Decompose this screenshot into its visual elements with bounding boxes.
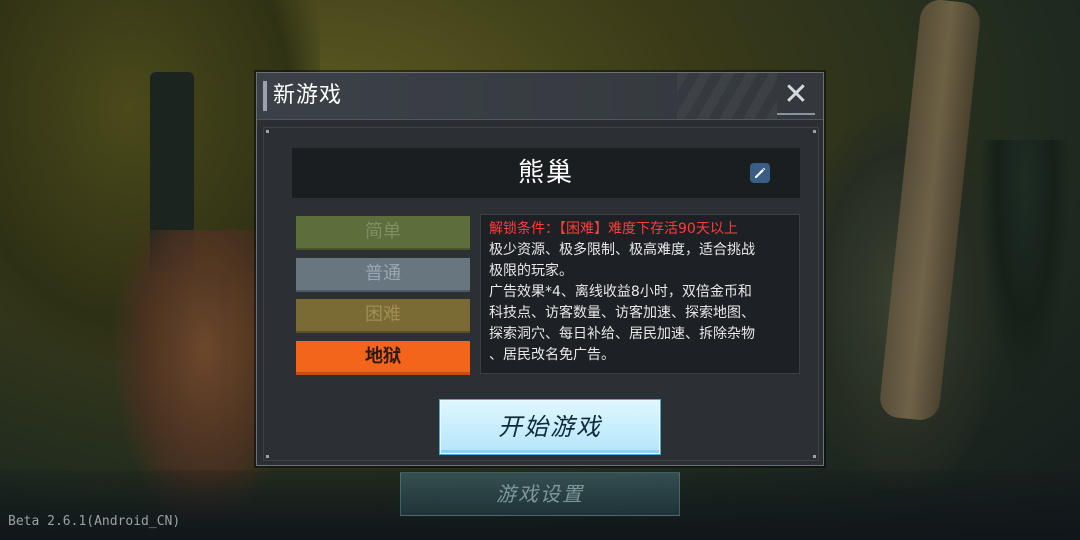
difficulty-normal-button[interactable]: 普通 [296, 258, 470, 292]
dialog-title: 新游戏 [273, 83, 343, 108]
game-settings-button[interactable]: 游戏设置 [400, 472, 680, 516]
save-name: 熊巢 [517, 158, 574, 188]
background-palm-tree [980, 140, 1070, 400]
header-accent-bar [263, 81, 267, 111]
close-icon: ✕ [783, 77, 809, 112]
new-game-dialog: 新游戏 ✕ 熊巢 简单 普通 困难 地狱 解锁条件：【困难】难度下存活90天以上 [256, 72, 824, 466]
description-line: 极少资源、极多限制、极高难度，适合挑战 [489, 242, 755, 258]
difficulty-easy-button[interactable]: 简单 [296, 216, 470, 250]
description-line: 广告效果*4、离线收益8小时，双倍金币和 [489, 284, 752, 300]
description-line: 极限的玩家。 [489, 263, 573, 279]
save-name-bar: 熊巢 [292, 148, 800, 198]
difficulty-hell-button[interactable]: 地狱 [296, 341, 470, 375]
description-line: 、居民改名免广告。 [489, 347, 615, 363]
pencil-icon [755, 167, 766, 178]
start-game-button[interactable]: 开始游戏 [440, 400, 660, 454]
edit-name-button[interactable] [750, 163, 770, 183]
close-underline [777, 113, 815, 115]
corner-dot [813, 130, 816, 133]
corner-dot [266, 455, 269, 458]
corner-dot [266, 130, 269, 133]
dialog-body: 熊巢 简单 普通 困难 地狱 解锁条件：【困难】难度下存活90天以上 极少资源、… [263, 127, 819, 461]
corner-dot [813, 455, 816, 458]
header-stripes [677, 73, 777, 119]
difficulty-hard-button[interactable]: 困难 [296, 299, 470, 333]
description-line: 探索洞穴、每日补给、居民加速、拆除杂物 [489, 326, 755, 342]
close-button[interactable]: ✕ [777, 77, 815, 115]
version-label: Beta 2.6.1(Android_CN) [8, 514, 181, 529]
game-settings-label: 游戏设置 [496, 482, 584, 506]
start-game-label: 开始游戏 [498, 413, 602, 441]
dialog-header: 新游戏 ✕ [257, 73, 823, 120]
unlock-condition: 解锁条件：【困难】难度下存活90天以上 [489, 221, 738, 237]
difficulty-description: 解锁条件：【困难】难度下存活90天以上 极少资源、极多限制、极高难度，适合挑战 … [480, 214, 800, 374]
description-line: 科技点、访客数量、访客加速、探索地图、 [489, 305, 755, 321]
